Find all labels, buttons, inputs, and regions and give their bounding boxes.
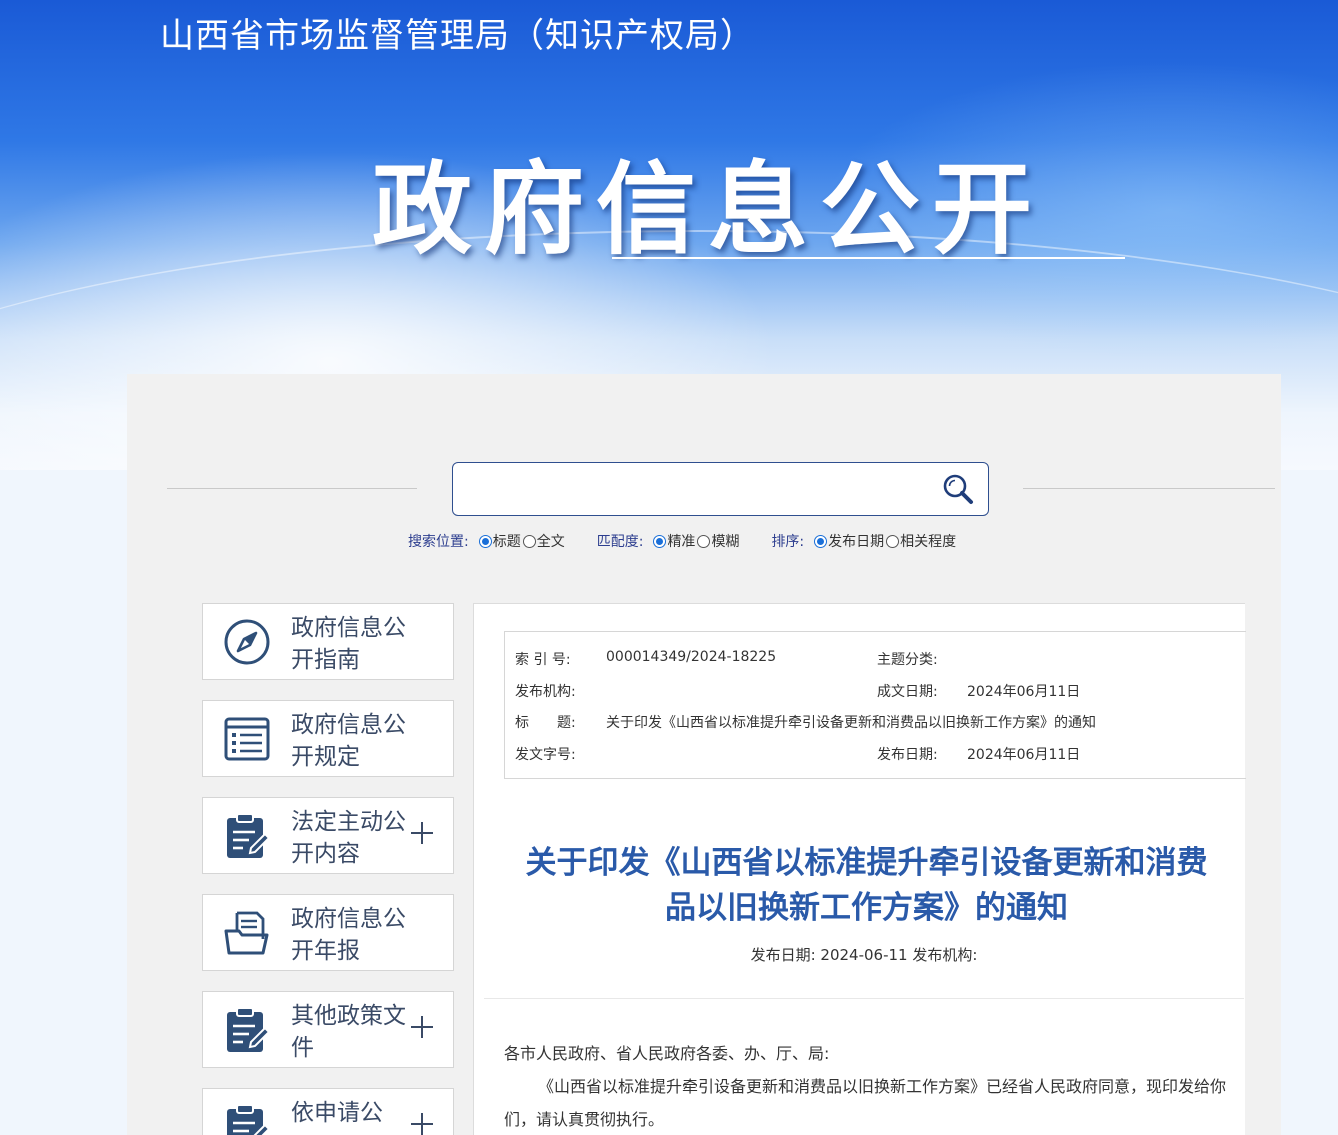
radio-sort-relevance-dot[interactable] <box>886 534 900 548</box>
radio-sort-date[interactable]: 发布日期 <box>814 531 884 551</box>
meta-index-label: 索 引 号: <box>515 652 571 668</box>
meta-created-label: 成文日期: <box>877 684 938 700</box>
meta-published-value: 2024年06月11日 <box>967 747 1081 763</box>
search-divider-left <box>167 488 417 489</box>
search-button[interactable] <box>940 471 976 507</box>
radio-fulltext[interactable]: 全文 <box>522 531 565 551</box>
meta-created-value: 2024年06月11日 <box>967 684 1081 700</box>
sidebar-item-label: 政府信息公开规定 <box>291 712 406 770</box>
article-body: 各市人民政府、省人民政府各委、办、厅、局: 《山西省以标准提升牵引设备更新和消费… <box>504 1037 1234 1135</box>
article-paragraph: 各市人民政府、省人民政府各委、办、厅、局: <box>504 1044 830 1063</box>
folder-doc-icon <box>224 911 269 955</box>
meta-row: 发文字号: 发布日期: 2024年06月11日 <box>505 744 1247 764</box>
radio-title[interactable]: 标题 <box>478 531 521 551</box>
sort-group: 排序: 发布日期 相关程度 <box>771 531 958 551</box>
radio-fuzzy[interactable]: 模糊 <box>697 531 739 551</box>
sidebar-item-statutory[interactable]: 法定主动公开内容 <box>202 797 454 874</box>
radio-title-label: 标题 <box>492 534 521 550</box>
sidebar-item-label: 政府信息公开指南 <box>291 615 406 673</box>
expand-plus-icon[interactable] <box>411 1113 433 1135</box>
radio-fuzzy-dot[interactable] <box>697 534 711 548</box>
meta-row: 发布机构: 成文日期: 2024年06月11日 <box>505 681 1247 701</box>
radio-fulltext-label: 全文 <box>536 534 565 550</box>
search-options: 搜索位置: 标题 全文 匹配度: 精准 模糊 排序: 发布日期 相关程度 <box>408 530 988 552</box>
clipboard-edit-icon <box>227 813 271 858</box>
radio-exact-label: 精准 <box>667 534 696 550</box>
radio-title-dot[interactable] <box>478 534 492 548</box>
article: 索 引 号: 000014349/2024-18225 主题分类: 发布机构: … <box>473 603 1246 1135</box>
search-box <box>452 462 989 516</box>
sidebar-item-label: 依申请公 <box>291 1100 383 1126</box>
match-label: 匹配度: <box>596 534 644 550</box>
sidebar-item-on-request[interactable]: 依申请公 <box>202 1088 454 1135</box>
compass-icon <box>224 619 270 665</box>
radio-fuzzy-label: 模糊 <box>711 534 740 550</box>
article-divider <box>484 998 1244 999</box>
sidebar-item-label: 法定主动公开内容 <box>291 809 406 867</box>
meta-topic-label: 主题分类: <box>877 652 938 668</box>
article-meta-table: 索 引 号: 000014349/2024-18225 主题分类: 发布机构: … <box>504 631 1246 779</box>
meta-row: 索 引 号: 000014349/2024-18225 主题分类: <box>505 649 1247 669</box>
list-icon <box>224 717 270 761</box>
site-title[interactable]: 山西省市场监督管理局（知识产权局） <box>160 8 755 57</box>
sidebar: 政府信息公开指南 政府信息公开规定 法定主动公开内容 政府信息公开年报 其他政策… <box>202 603 454 1135</box>
sidebar-item-label: 政府信息公开年报 <box>291 906 406 964</box>
hero-title: 政府信息公开 <box>372 151 1044 268</box>
search-divider-right <box>1023 488 1275 489</box>
article-date-line: 发布日期: 2024-06-11 发布机构: <box>750 946 978 964</box>
match-group: 匹配度: 精准 模糊 <box>597 531 742 551</box>
meta-publisher-label: 发布机构: <box>515 684 576 700</box>
sidebar-item-annual-report[interactable]: 政府信息公开年报 <box>202 894 454 971</box>
expand-plus-icon[interactable] <box>411 1016 433 1038</box>
clipboard-edit-icon <box>227 1104 271 1135</box>
search-input[interactable] <box>463 473 923 505</box>
radio-sort-relevance-label: 相关程度 <box>900 534 957 550</box>
sidebar-item-rules[interactable]: 政府信息公开规定 <box>202 700 454 777</box>
meta-title-label: 标 题: <box>515 715 576 731</box>
meta-title-value: 关于印发《山西省以标准提升牵引设备更新和消费品以旧换新工作方案》的通知 <box>606 715 1096 731</box>
article-title-line: 关于印发《山西省以标准提升牵引设备更新和消费 <box>525 845 1208 881</box>
meta-index-value: 000014349/2024-18225 <box>606 649 777 665</box>
sort-label: 排序: <box>771 534 805 550</box>
radio-exact[interactable]: 精准 <box>653 531 695 551</box>
sidebar-item-guide[interactable]: 政府信息公开指南 <box>202 603 454 680</box>
article-title: 关于印发《山西省以标准提升牵引设备更新和消费 品以旧换新工作方案》的通知 <box>494 841 1239 931</box>
expand-plus-icon[interactable] <box>411 822 433 844</box>
clipboard-edit-icon <box>227 1007 271 1052</box>
radio-exact-dot[interactable] <box>653 534 667 548</box>
meta-published-label: 发布日期: <box>877 747 938 763</box>
radio-sort-date-label: 发布日期 <box>828 534 885 550</box>
sidebar-item-label: 其他政策文件 <box>291 1003 406 1061</box>
article-title-line: 品以旧换新工作方案》的通知 <box>665 890 1068 926</box>
article-paragraph: 《山西省以标准提升牵引设备更新和消费品以旧换新工作方案》已经省人民政府同意，现印… <box>504 1077 1227 1129</box>
meta-docno-label: 发文字号: <box>515 747 576 763</box>
search-icon <box>943 474 973 504</box>
main-panel: 搜索位置: 标题 全文 匹配度: 精准 模糊 排序: 发布日期 相关程度 政府信… <box>127 374 1281 1135</box>
radio-sort-relevance[interactable]: 相关程度 <box>886 531 956 551</box>
search-position-label: 搜索位置: <box>408 534 469 550</box>
radio-sort-date-dot[interactable] <box>814 534 828 548</box>
radio-fulltext-dot[interactable] <box>522 534 536 548</box>
meta-row: 标 题: 关于印发《山西省以标准提升牵引设备更新和消费品以旧换新工作方案》的通知 <box>505 712 1247 732</box>
search-position-group: 搜索位置: 标题 全文 <box>408 531 567 551</box>
sidebar-item-other-policies[interactable]: 其他政策文件 <box>202 991 454 1068</box>
hero-underline <box>612 257 1125 259</box>
